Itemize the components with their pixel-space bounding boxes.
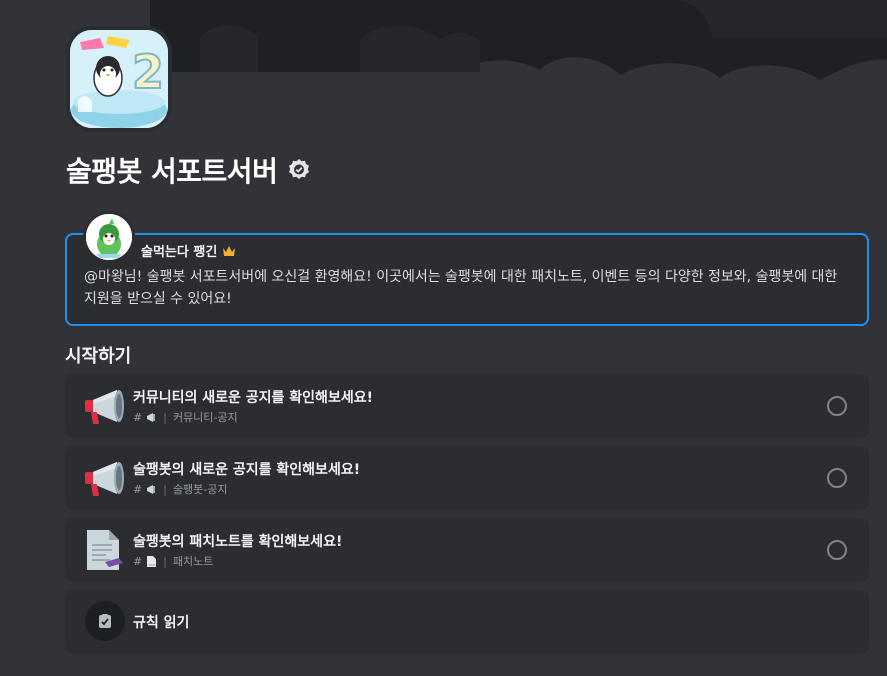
- document-icon: [147, 555, 157, 567]
- task-channel-link[interactable]: # | 커뮤니티-공지: [133, 409, 238, 425]
- megaphone-icon: [85, 462, 124, 496]
- clipboard-check-icon: [99, 614, 111, 628]
- task-bot-announcements[interactable]: 술팽봇의 새로운 공지를 확인해보세요! # | 술팽봇-공지: [65, 446, 869, 510]
- channel-hash-icon: #: [133, 482, 143, 496]
- task-channel-name: 술팽봇-공지: [172, 483, 228, 496]
- megaphone-icon: [147, 412, 156, 422]
- community-verified-icon: [289, 159, 310, 179]
- task-channel-link[interactable]: # | 패치노트: [133, 553, 213, 569]
- welcome-author: 술먹는다 팽긴: [141, 241, 236, 260]
- read-rules-button[interactable]: 규칙 읽기: [65, 590, 869, 654]
- task-completion-circle: [827, 540, 847, 560]
- task-channel-link[interactable]: # | 술팽봇-공지: [133, 481, 228, 497]
- channel-hash-icon: #: [133, 410, 143, 424]
- welcome-author-avatar[interactable]: [83, 211, 135, 263]
- channel-separator: |: [163, 410, 167, 424]
- svg-text:2: 2: [132, 45, 164, 99]
- crown-icon: [223, 245, 236, 256]
- channel-separator: |: [163, 482, 167, 496]
- getting-started-title: 시작하기: [65, 346, 132, 367]
- task-completion-circle: [827, 468, 847, 488]
- task-channel-name: 패치노트: [172, 555, 214, 568]
- task-completion-circle: [827, 396, 847, 416]
- task-title: 커뮤니티의 새로운 공지를 확인해보세요!: [133, 390, 373, 406]
- document-icon: [87, 530, 123, 570]
- server-icon-image: 2: [70, 30, 168, 128]
- task-title: 술팽봇의 새로운 공지를 확인해보세요!: [133, 462, 361, 478]
- server-title: 술팽봇 서포트서버: [66, 150, 311, 190]
- server-icon[interactable]: 2: [66, 26, 172, 132]
- task-channel-name: 커뮤니티-공지: [172, 411, 238, 424]
- task-title: 술팽봇의 패치노트를 확인해보세요!: [133, 534, 343, 550]
- task-patch-notes[interactable]: 술팽봇의 패치노트를 확인해보세요! # | 패치노트: [65, 518, 869, 582]
- megaphone-icon: [85, 390, 124, 424]
- rules-label: 규칙 읽기: [133, 615, 190, 631]
- task-community-announcements[interactable]: 커뮤니티의 새로운 공지를 확인해보세요! # | 커뮤니티-공지: [65, 374, 869, 438]
- megaphone-icon: [147, 484, 156, 494]
- rules-icon-circle: [85, 601, 125, 641]
- welcome-author-name[interactable]: 술먹는다 팽긴: [141, 241, 217, 260]
- channel-separator: |: [163, 554, 167, 568]
- server-name: 술팽봇 서포트서버: [66, 155, 278, 188]
- channel-hash-icon: #: [133, 554, 143, 568]
- welcome-message-text: @마왕님! 술팽봇 서포트서버에 오신걸 환영해요! 이곳에서는 술팽봇에 대한…: [84, 269, 838, 307]
